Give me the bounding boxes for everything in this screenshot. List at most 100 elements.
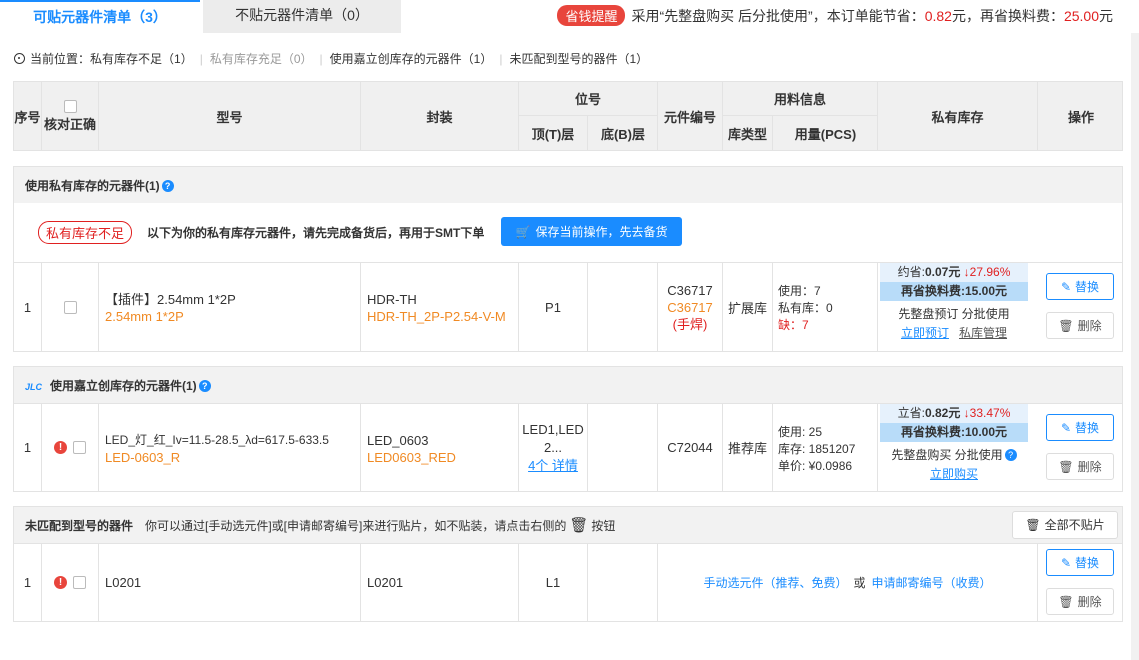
save-percent: ↓27.96% [963,265,1011,279]
option-text: 先整盘预订 分批使用 [898,307,1010,321]
header-no: 序号 [14,82,42,150]
qty-price: 单价: ¥0.0986 [778,459,853,473]
qty-private: 私有库：0 [778,301,833,315]
header-private-stock: 私有库存 [878,82,1038,150]
filter-private-sufficient[interactable]: 私有库存充足（0） [210,52,313,66]
edit-icon: ✎ [1060,420,1072,435]
header-top-layer: 顶(T)层 [519,116,588,151]
replace-button[interactable]: ✎ 替换 [1046,273,1114,300]
top-layer-cell: L1 [519,544,588,621]
verify-cell: ! [42,544,99,621]
lib-type-cell: 扩展库 [723,263,773,351]
tip-text: 采用“先整盘购买 后分批使用”，本订单能节省： [631,8,925,24]
filter-jlc-stock[interactable]: 使用嘉立创库存的元器件（1） [330,52,493,66]
delete-button[interactable]: 🗑 删除 [1046,453,1114,480]
trash-icon: 🗑 [1025,518,1041,532]
fee-amount: 25.00 [1063,8,1099,24]
position-detail-link[interactable]: 4个 详情 [528,457,578,475]
replace-label: 替换 [1075,556,1100,570]
filter-unmatched[interactable]: 未匹配到型号的器件（1） [509,52,648,66]
verify-checkbox[interactable] [73,441,86,454]
save-and-stock-button[interactable]: 🛒 保存当前操作，先去备货 [501,217,682,246]
header-lib-type: 库类型 [723,116,773,151]
delete-label: 删除 [1077,460,1102,474]
unmatched-desc2: 按钮 [591,519,616,533]
qty-cell: 使用：7 私有库：0 缺：7 [773,263,878,351]
bottom-layer-cell [588,544,658,621]
saving-badge: 省钱提醒 [557,5,626,26]
trash-icon: 🗑 [1058,318,1074,333]
package-cell: L0201 [361,544,519,621]
delete-button[interactable]: 🗑 删除 [1046,588,1114,615]
header-package: 封装 [361,82,519,150]
save-label: 约省: [897,265,925,279]
verify-checkbox[interactable] [73,576,86,589]
replace-label: 替换 [1075,280,1100,294]
tab-non-smt-components[interactable]: 不贴元器件清单（0） [203,0,401,33]
model-cell: 【插件】2.54mm 1*2P 2.54mm 1*2P [99,263,361,351]
filter-private-short[interactable]: 私有库存不足（1） [90,52,193,66]
ops-cell: ✎ 替换 🗑 删除 [1038,404,1124,491]
select-all-checkbox[interactable] [63,99,77,113]
edit-icon: ✎ [1060,555,1072,570]
saving-tip: 省钱提醒 采用“先整盘购买 后分批使用”，本订单能节省：0.82元，再省换料费：2… [557,5,1113,26]
verify-checkbox[interactable] [63,300,77,314]
private-stock-notice: 私有库存不足 以下为你的私有库存元器件，请先完成备货后，再用于SMT下单 🛒 保存… [13,203,1123,263]
section-jlc-stock: JLC 使用嘉立创库存的元器件(1)? [13,366,1123,404]
insufficient-badge: 私有库存不足 [38,221,133,244]
all-no-smt-label: 全部不贴片 [1044,518,1105,532]
buy-now-link[interactable]: 立即购买 [930,467,978,481]
replace-label: 替换 [1075,421,1100,435]
saving-amount: 0.82 [924,8,952,24]
package-name: HDR-TH [367,292,417,307]
part-note: (手焊) [672,316,708,332]
header-bottom-layer: 底(B)层 [600,127,646,142]
tip-unit1: 元，再省换料费： [951,8,1064,24]
lib-type-cell: 推荐库 [723,404,773,491]
save-percent: ↓33.47% [963,406,1011,420]
all-no-smt-button[interactable]: 🗑 全部不贴片 [1012,511,1118,539]
help-icon[interactable]: ? [161,180,174,192]
qty-cell: 使用: 25 库存: 1851207 单价: ¥0.0986 [773,404,878,491]
edit-icon: ✎ [1060,279,1072,294]
header-material: 用料信息 库类型 用量(PCS) [723,82,878,151]
scrollbar[interactable] [1131,33,1139,660]
header-position: 位号 顶(T)层 底(B)层 [519,82,658,151]
section-private-title: 使用私有库存的元器件(1) [25,179,160,193]
package-sub: HDR-TH_2P-P2.54-V-M [367,309,506,324]
package-sub: LED0603_RED [367,450,456,465]
cart-icon: 🛒 [515,224,531,239]
tab-smt-components[interactable]: 可贴元器件清单（3） [0,0,200,33]
replace-button[interactable]: ✎ 替换 [1046,414,1114,441]
replace-button[interactable]: ✎ 替换 [1046,549,1114,576]
manual-select-link[interactable]: 手动选元件（推荐、免费） [703,574,847,591]
table-row: 1 ! L0201 L0201 L1 手动选元件（推荐、免费） 或申请邮寄编号（收… [13,543,1123,622]
bottom-layer-cell [588,404,658,491]
bottom-layer-cell [588,263,658,351]
help-icon[interactable]: ? [198,380,211,392]
part-no-cell: C72044 [658,404,723,491]
table-row: 1 ! LED_灯_红_Iv=11.5-28.5_λd=617.5-633.5 L… [13,403,1123,492]
package-cell: LED_0603 LED0603_RED [361,404,519,491]
private-manage-link[interactable]: 私库管理 [959,326,1007,340]
trash-icon: 🗑 [1058,459,1074,474]
help-icon[interactable]: ? [1004,449,1017,461]
ops-cell: ✎ 替换 🗑 删除 [1038,544,1124,621]
header-part-no: 元件编号 [658,82,723,150]
warning-icon: ! [54,441,67,454]
saving-line: 约省:0.07元 ↓27.96% [880,263,1028,282]
header-ops: 操作 [1067,109,1094,125]
delete-button[interactable]: 🗑 删除 [1046,312,1114,339]
part-no: C36717 [667,282,713,298]
section-private-stock: 使用私有库存的元器件(1)? [13,166,1123,204]
header-verify-label: 核对正确 [43,116,96,132]
header-verify: 核对正确 [42,82,99,150]
tab-bar: 可贴元器件清单（3） 不贴元器件清单（0） 省钱提醒 采用“先整盘购买 后分批使用… [0,0,1139,33]
model-sub: 2.54mm 1*2P [105,309,184,324]
breadcrumb-label: 当前位置： [30,52,91,66]
table-row: 1 【插件】2.54mm 1*2P 2.54mm 1*2P HDR-TH HDR-T… [13,262,1123,352]
fee-line: 再省换料费:10.00元 [880,423,1028,442]
apply-mail-number-link[interactable]: 申请邮寄编号（收费） [872,574,992,591]
reserve-link[interactable]: 立即预订 [901,326,949,340]
private-stock-cell: 立省:0.82元 ↓33.47% 再省换料费:10.00元 先整盘购买 分批使用… [880,404,1028,482]
